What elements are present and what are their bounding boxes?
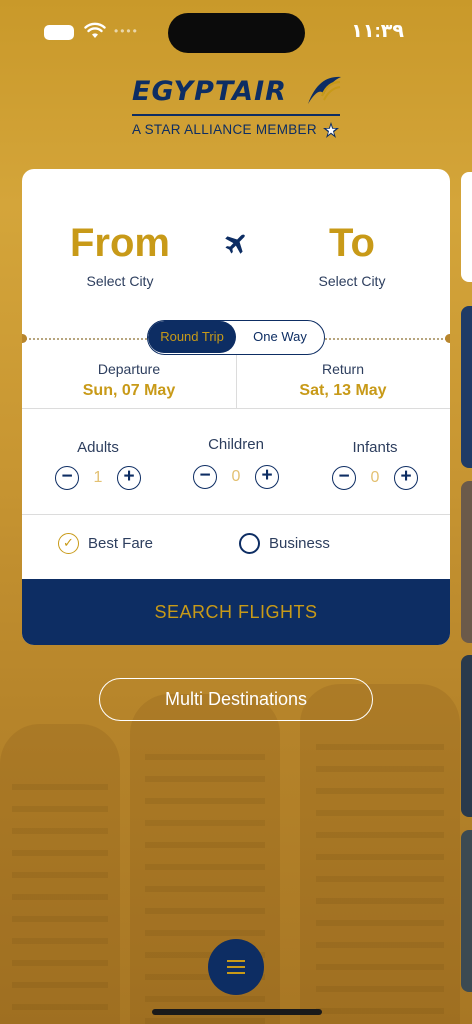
to-city: Select City	[318, 273, 386, 289]
multi-destinations-button[interactable]: Multi Destinations	[99, 678, 373, 721]
infants-minus-icon[interactable]: −	[332, 466, 356, 490]
side-card-peek	[461, 172, 472, 282]
adults-plus-icon[interactable]: +	[117, 466, 141, 490]
children-selector: Children − 0 +	[176, 436, 296, 489]
wifi-icon	[84, 22, 106, 38]
horus-logo-icon	[308, 76, 341, 104]
status-bar: •••• ١١:٣٩	[0, 0, 472, 60]
infants-label: Infants	[352, 439, 398, 456]
to-label: To	[329, 221, 375, 265]
return-label: Return	[321, 361, 365, 377]
plane-icon	[225, 234, 245, 254]
adults-count: 1	[93, 469, 103, 486]
section-divider	[22, 514, 450, 515]
search-flights-button[interactable]: SEARCH FLIGHTS	[22, 579, 450, 645]
menu-icon	[227, 972, 245, 974]
section-divider	[22, 408, 450, 409]
status-time: ١١:٣٩	[351, 21, 404, 42]
children-minus-icon[interactable]: −	[193, 465, 217, 489]
menu-button[interactable]	[208, 939, 264, 995]
flight-search-card: From Select City To Select City Round Tr…	[22, 169, 450, 645]
adults-label: Adults	[77, 439, 119, 456]
route-dot	[445, 334, 450, 343]
best-fare-label: Best Fare	[88, 534, 154, 552]
to-selector[interactable]: To Select City	[282, 221, 422, 289]
signal-dots: ••••	[114, 24, 139, 38]
menu-icon	[227, 960, 245, 962]
side-card-peek	[461, 306, 472, 468]
side-card-peek	[461, 655, 472, 817]
children-count: 0	[231, 468, 241, 485]
battery-icon	[44, 25, 74, 40]
business-label: Business	[269, 534, 330, 552]
infants-plus-icon[interactable]: +	[394, 466, 418, 490]
departure-label: Departure	[97, 361, 161, 377]
infants-count: 0	[370, 469, 380, 486]
menu-icon	[227, 966, 245, 968]
round-trip-option[interactable]: Round Trip	[148, 321, 236, 353]
trip-type-toggle: Round Trip One Way	[147, 320, 325, 355]
best-fare-option[interactable]: ✓ Best Fare	[58, 531, 153, 555]
from-selector[interactable]: From Select City	[60, 221, 180, 289]
departure-date[interactable]: Departure Sun, 07 May	[22, 361, 236, 400]
return-date[interactable]: Return Sat, 13 May	[236, 361, 450, 400]
from-label: From	[70, 221, 170, 265]
logo-divider	[132, 114, 340, 116]
column-decoration	[0, 724, 120, 1024]
adults-selector: Adults − 1 +	[38, 439, 158, 490]
egyptair-logo: EGYPTAIR A STAR ALLIANCE MEMBER	[130, 70, 345, 150]
side-card-peek	[461, 481, 472, 643]
from-city: Select City	[86, 273, 154, 289]
business-option[interactable]: Business	[239, 531, 330, 555]
brand-tagline: A STAR ALLIANCE MEMBER	[132, 122, 317, 137]
home-indicator[interactable]	[152, 1009, 322, 1015]
route-dot	[22, 334, 27, 343]
column-decoration	[300, 684, 460, 1024]
radio-empty-icon	[239, 532, 260, 554]
children-label: Children	[208, 436, 264, 453]
star-alliance-icon	[323, 122, 339, 138]
infants-selector: Infants − 0 +	[315, 439, 435, 490]
one-way-option[interactable]: One Way	[236, 321, 324, 353]
side-card-peek	[461, 830, 472, 992]
return-value: Sat, 13 May	[299, 382, 387, 399]
dynamic-island	[168, 13, 305, 53]
check-icon: ✓	[58, 532, 79, 554]
adults-minus-icon[interactable]: −	[55, 466, 79, 490]
brand-name: EGYPTAIR	[132, 76, 287, 107]
departure-value: Sun, 07 May	[82, 382, 176, 399]
children-plus-icon[interactable]: +	[255, 465, 279, 489]
